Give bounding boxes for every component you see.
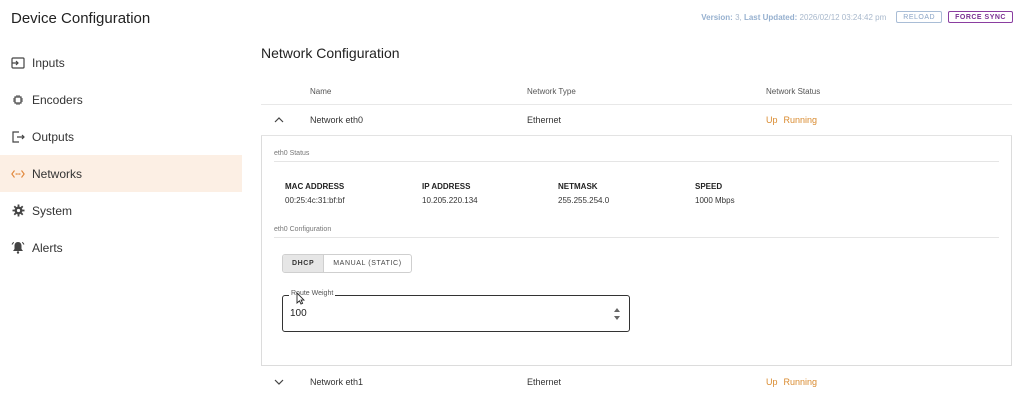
output-icon	[11, 130, 25, 144]
divider	[274, 161, 999, 162]
last-updated-value: 2026/02/12 03:24:42 pm	[799, 12, 887, 22]
mac-address-value: 00:25:4c:31:bf:bf	[285, 196, 345, 205]
sidebar-item-inputs[interactable]: Inputs	[0, 44, 242, 81]
sidebar: Inputs Encoders Outputs Networks System …	[0, 44, 242, 266]
version-value: 3	[735, 12, 740, 22]
network-name: Network eth0	[310, 115, 364, 125]
ip-address-label: IP ADDRESS	[422, 182, 471, 191]
version-label: Version:	[701, 12, 733, 22]
divider	[274, 237, 999, 238]
speed-block: SPEED 1000 Mbps	[695, 182, 735, 205]
network-table: Name Network Type Network Status Network…	[261, 78, 1012, 397]
sidebar-item-system[interactable]: System	[0, 192, 242, 229]
chevron-up-icon[interactable]	[273, 114, 285, 126]
network-status: Up Running	[766, 115, 817, 125]
mac-address-label: MAC ADDRESS	[285, 182, 345, 191]
app-title: Device Configuration	[11, 10, 151, 27]
table-row[interactable]: Network eth1 Ethernet Up Running	[261, 366, 1012, 397]
force-sync-button[interactable]: FORCE SYNC	[948, 11, 1013, 23]
netmask-value: 255.255.254.0	[558, 196, 610, 205]
netmask-block: NETMASK 255.255.254.0	[558, 182, 609, 205]
input-icon	[11, 56, 25, 70]
topbar: Version: 3, Last Updated: 2026/02/12 03:…	[701, 11, 1013, 23]
config-section-heading: eth0 Configuration	[274, 226, 332, 233]
column-header-status: Network Status	[766, 86, 821, 96]
network-status: Up Running	[766, 377, 817, 387]
route-weight-field[interactable]: Route Weight 100	[282, 290, 630, 332]
chip-icon	[11, 93, 25, 107]
ip-mode-toggle: DHCP MANUAL (STATIC)	[282, 254, 412, 273]
ip-address-block: IP ADDRESS 10.205.220.134	[422, 182, 478, 205]
dhcp-option[interactable]: DHCP	[283, 255, 325, 272]
sidebar-item-networks[interactable]: Networks	[0, 155, 242, 192]
table-row[interactable]: Network eth0 Ethernet Up Running	[261, 105, 1012, 136]
gear-icon	[11, 204, 25, 218]
sidebar-item-label: Encoders	[32, 92, 83, 107]
network-detail-panel: eth0 Status MAC ADDRESS 00:25:4c:31:bf:b…	[261, 136, 1012, 366]
chevron-down-icon[interactable]	[273, 376, 285, 388]
network-icon	[11, 167, 25, 181]
status-running: Running	[783, 115, 818, 125]
sidebar-item-label: Networks	[32, 166, 83, 181]
status-up: Up	[766, 376, 778, 387]
status-up: Up	[766, 115, 778, 125]
sidebar-item-encoders[interactable]: Encoders	[0, 81, 242, 118]
network-name: Network eth1	[310, 376, 364, 387]
sidebar-item-label: System	[32, 203, 73, 218]
version-info: Version: 3, Last Updated: 2026/02/12 03:…	[701, 12, 887, 22]
column-header-name: Name	[310, 86, 332, 96]
last-updated-label: Last Updated:	[743, 12, 798, 22]
mouse-cursor-icon	[296, 291, 306, 310]
sidebar-item-outputs[interactable]: Outputs	[0, 118, 242, 155]
network-type: Ethernet	[527, 376, 562, 387]
column-header-type: Network Type	[527, 86, 576, 96]
netmask-label: NETMASK	[558, 182, 598, 191]
table-header: Name Network Type Network Status	[261, 78, 1012, 105]
speed-label: SPEED	[695, 182, 723, 191]
speed-value: 1000 Mbps	[695, 196, 735, 205]
sidebar-item-label: Alerts	[32, 240, 63, 255]
network-type: Ethernet	[527, 115, 562, 125]
bell-icon	[11, 241, 25, 255]
ip-address-value: 10.205.220.134	[422, 196, 478, 205]
reload-button[interactable]: RELOAD	[896, 11, 943, 23]
mac-address-block: MAC ADDRESS 00:25:4c:31:bf:bf	[285, 182, 345, 205]
sidebar-item-alerts[interactable]: Alerts	[0, 229, 242, 266]
status-running: Running	[783, 376, 818, 387]
page-title: Network Configuration	[261, 45, 400, 61]
manual-static-option[interactable]: MANUAL (STATIC)	[324, 255, 410, 272]
status-section-heading: eth0 Status	[274, 150, 310, 157]
number-stepper-icon[interactable]	[614, 308, 620, 320]
sidebar-item-label: Inputs	[32, 55, 65, 70]
sidebar-item-label: Outputs	[32, 129, 75, 144]
